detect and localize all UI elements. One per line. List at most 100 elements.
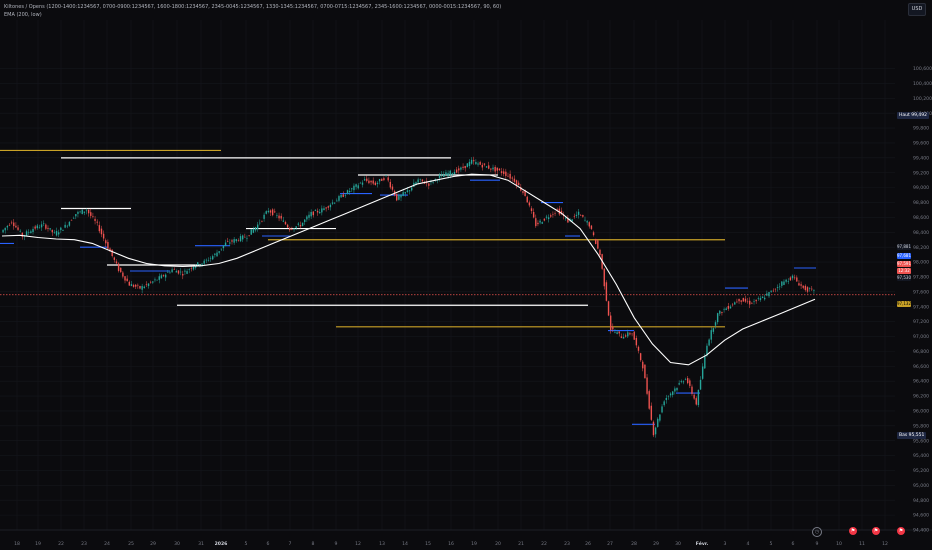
candle-body [475, 161, 477, 165]
price-tag: 97,530 [897, 275, 911, 281]
candle-body [158, 276, 160, 280]
time-tick-label: 24 [104, 541, 110, 547]
time-tick-label: 13 [379, 541, 385, 547]
candle-body [402, 192, 404, 196]
indicator-title: Kiltones / Opens (1200-1400:1234567, 070… [4, 4, 502, 10]
candle-body [644, 364, 646, 379]
candle-body [603, 268, 605, 287]
candle-body [793, 277, 796, 279]
candle-body [417, 179, 419, 183]
price-tick-label: 94,600 [913, 513, 929, 519]
candle-body [25, 231, 28, 236]
candle-body [92, 216, 94, 217]
candle-body [723, 309, 725, 310]
candle-body [684, 379, 687, 380]
candle-body [406, 190, 409, 193]
candle-body [669, 393, 672, 396]
candle-body [304, 219, 306, 222]
candle-body [248, 235, 250, 236]
candle-body [13, 222, 15, 227]
candle-body [207, 260, 210, 261]
candle-body [64, 224, 66, 228]
price-tick-label: 94,800 [913, 498, 929, 504]
candle-body [657, 418, 659, 427]
candle-body [120, 267, 122, 273]
candle-body [359, 182, 362, 184]
event-flag-icon[interactable]: ⚑ [897, 527, 905, 535]
candle-body [509, 173, 511, 179]
candle-body [772, 290, 774, 292]
candle-body [28, 231, 30, 233]
candle-body [537, 222, 539, 225]
candle-body [440, 173, 443, 175]
time-tick-label: 18 [14, 541, 20, 547]
candle-body [511, 177, 513, 179]
candle-body [96, 221, 98, 223]
candle-body [595, 238, 597, 245]
candle-body [94, 218, 96, 221]
candle-body [697, 389, 700, 406]
candle-body [8, 224, 11, 226]
time-tick-label: 31 [198, 541, 204, 547]
candle-body [156, 279, 158, 281]
candle-body [787, 281, 789, 282]
candle-body [10, 222, 13, 224]
candle-body [616, 332, 618, 334]
candle-body [447, 173, 449, 177]
chart-area[interactable]: 94,400 94,600 94,800 95,000 95,200 95,400 95,6… [0, 0, 932, 550]
clock-icon[interactable]: ◷ [812, 527, 822, 537]
candle-body [135, 284, 137, 287]
candle-body [473, 160, 475, 162]
candle-body [192, 266, 195, 270]
price-tick-label: 94,400 [913, 528, 929, 534]
currency-button[interactable]: USD [908, 3, 926, 16]
candle-body [316, 210, 319, 213]
candle-body [667, 395, 670, 397]
candle-body [306, 216, 308, 220]
price-tick-label: 96,400 [913, 379, 929, 385]
candle-body [783, 281, 785, 285]
time-tick-label: 19 [471, 541, 477, 547]
candle-body [742, 297, 745, 302]
candle-body [725, 308, 727, 311]
price-tick-label: 100,600 [913, 66, 932, 72]
candle-body [81, 209, 83, 215]
candle-body [147, 283, 150, 286]
candle-body [714, 322, 717, 326]
candle-body [374, 182, 377, 186]
candle-body [2, 229, 4, 233]
event-flag-icon[interactable]: ⚑ [872, 527, 880, 535]
candle-body [663, 401, 665, 406]
candle-body [83, 211, 86, 213]
candle-body [751, 303, 753, 305]
candle-body [738, 298, 740, 302]
event-flag-icon[interactable]: ⚑ [849, 527, 857, 535]
candle-body [455, 169, 458, 173]
price-tag: 97,132 [897, 301, 911, 307]
candle-body [633, 331, 635, 340]
price-tick-label: 95,000 [913, 483, 929, 489]
time-tick-label: 30 [174, 541, 180, 547]
time-tick-label: Févr. [696, 540, 709, 547]
candle-body [488, 165, 490, 169]
candle-body [197, 262, 199, 265]
candle-body [458, 168, 460, 171]
candle-body [60, 227, 62, 231]
candle-body [503, 171, 505, 174]
candle-body [308, 214, 310, 218]
candle-body [280, 215, 282, 219]
candle-body [806, 287, 809, 292]
candle-body [753, 301, 755, 302]
candle-body [532, 212, 535, 218]
candle-body [522, 191, 524, 193]
candle-body [90, 212, 92, 216]
candle-body [276, 215, 278, 216]
price-tick-label: 98,400 [913, 230, 929, 236]
price-tick-label: 99,000 [913, 185, 929, 191]
candle-body [229, 242, 231, 244]
candle-body [239, 236, 242, 242]
time-tick-label: 20 [495, 541, 501, 547]
candle-body [105, 240, 107, 244]
candle-body [190, 268, 193, 269]
candle-body [353, 185, 355, 191]
